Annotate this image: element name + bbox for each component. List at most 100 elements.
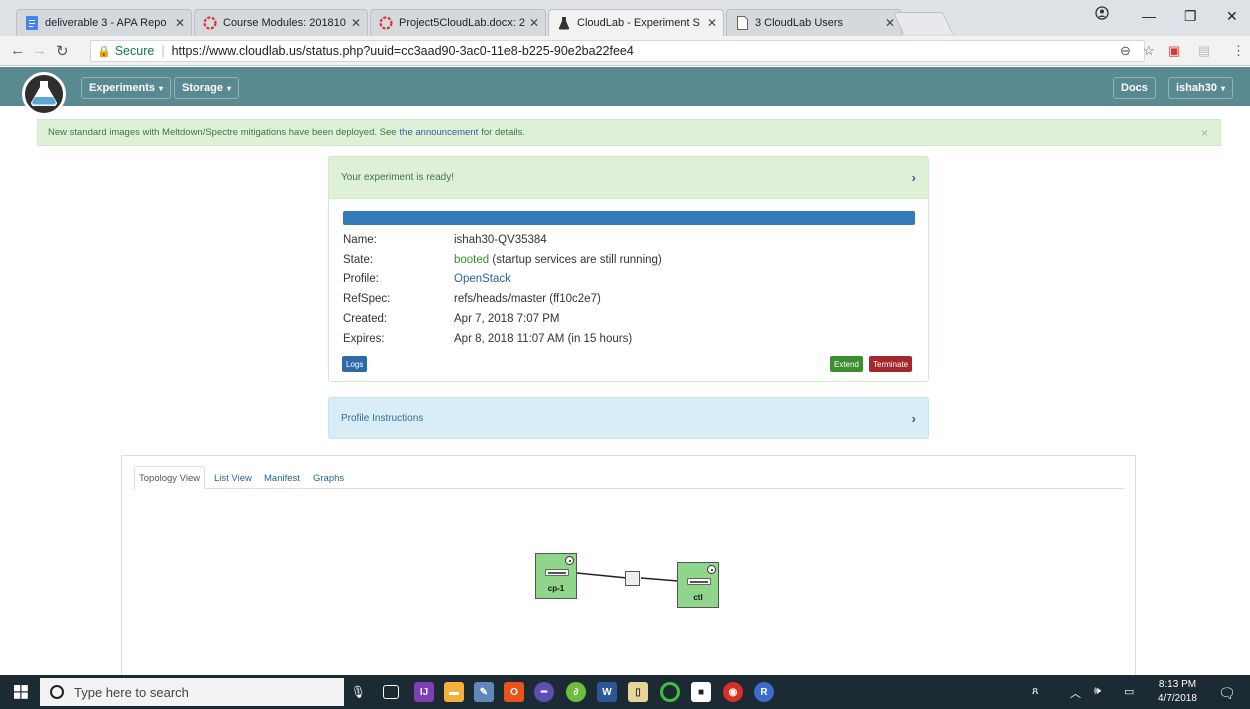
terminate-button[interactable]: Terminate [869,356,913,372]
tab-title: Course Modules: 201810 [223,17,346,29]
docs-label: Docs [1121,82,1148,94]
extend-button[interactable]: Extend [830,356,863,372]
experiments-menu[interactable]: Experiments ▾ [81,77,172,99]
url-text: https://www.cloudlab.us/status.php?uuid=… [171,44,634,58]
profile-link[interactable]: OpenStack [454,273,511,285]
eclipse-icon[interactable]: ━ [534,682,554,702]
extension-icon[interactable]: ▤ [1198,43,1210,59]
profile-icon[interactable] [1095,6,1109,23]
cortana-icon [50,685,64,699]
status-panel-header[interactable]: Your experiment is ready! › [329,157,928,199]
cloudlab-icon [557,16,571,30]
tab-title: CloudLab - Experiment S [577,17,700,29]
microphone-icon[interactable]: 🎙 [351,685,366,699]
name-value: ishah30-QV35384 [454,234,547,246]
clock[interactable]: 8:13 PM 4/7/2018 [1158,678,1197,706]
created-label: Created: [343,313,388,325]
chrome-icon[interactable]: ◉ [723,682,743,702]
state-status: booted [454,254,490,266]
node-label: ctl [693,593,703,602]
new-tab-button[interactable] [892,12,954,34]
user-menu[interactable]: ishah30 ▾ [1168,77,1233,99]
browser-tab-cloudlab-users[interactable]: 3 CloudLab Users ✕ [726,9,902,36]
file-explorer-icon[interactable]: ▬ [444,682,464,702]
close-window-icon[interactable]: ✕ [1226,8,1238,25]
bookmark-star-icon[interactable]: ☆ [1143,43,1155,59]
flask-icon [31,81,57,107]
state-note: (startup services are still running) [492,254,662,266]
expires-value: Apr 8, 2018 11:07 AM (in 15 hours) [454,333,633,345]
close-tab-icon[interactable]: ✕ [175,16,185,30]
secure-label: Secure [114,44,155,58]
profile-instructions-panel[interactable]: Profile Instructions › [328,397,929,439]
chevron-right-icon[interactable]: › [912,170,916,185]
close-icon[interactable]: × [1201,126,1208,140]
forward-arrow-icon[interactable]: → [32,42,47,59]
battery-icon[interactable]: ▭ [1124,685,1134,698]
r-icon[interactable]: R [754,682,774,702]
node-ctl[interactable]: ctl [677,562,719,608]
topology-panel: Topology View List View Manifest Graphs … [121,455,1136,675]
people-icon[interactable]: ጸ [1032,685,1038,698]
tab-topology-view[interactable]: Topology View [134,466,206,490]
notepad-icon[interactable]: ▯ [628,682,648,702]
lock-icon: 🔒 [97,45,111,58]
restore-icon[interactable]: ❐ [1184,8,1197,25]
pocket-icon[interactable]: ▣ [1168,43,1180,59]
state-label: State: [343,254,374,266]
minimize-icon[interactable]: — [1142,8,1156,24]
back-arrow-icon[interactable]: ← [10,42,25,59]
clock-time: 8:13 PM [1158,679,1197,690]
windows-start-icon[interactable] [14,685,28,702]
taskbar-search-input[interactable]: Type here to search 🎙 [40,678,366,706]
task-view-icon[interactable] [383,685,399,699]
storage-menu[interactable]: Storage ▾ [174,77,239,99]
sticky-notes-icon[interactable]: ■ [691,682,711,702]
refspec-value: refs/heads/master (ff10c2e7) [454,293,601,305]
office-icon[interactable]: O [504,682,524,702]
separator: | [161,44,165,58]
close-tab-icon[interactable]: ✕ [351,16,361,30]
reload-icon[interactable]: ↻ [56,42,69,60]
paint-icon[interactable]: ✎ [474,682,494,702]
browser-tab-project5[interactable]: Project5CloudLab.docx: 2 ✕ [370,9,546,36]
announcement-link[interactable]: the announcement [400,127,479,138]
word-icon[interactable]: W [597,682,617,702]
cloudlab-logo[interactable] [22,72,66,116]
zoom-icon[interactable]: ⊖ [1120,43,1131,59]
notifications-icon[interactable]: 🗨 [1218,685,1236,702]
logs-button[interactable]: Logs [342,356,368,372]
menu-dots-icon[interactable]: ⋮ [1232,43,1245,59]
browser-tab-cloudlab-experiment[interactable]: CloudLab - Experiment S ✕ [548,9,724,36]
browser-tab-course-modules[interactable]: Course Modules: 201810 ✕ [194,9,368,36]
intellij-icon[interactable]: IJ [414,682,434,702]
close-tab-icon[interactable]: ✕ [707,16,717,30]
lan-switch[interactable] [625,571,640,586]
node-cp-1[interactable]: cp-1 [535,553,577,599]
chevron-right-icon[interactable]: › [912,411,916,426]
volume-icon[interactable]: 🕪 [1094,685,1101,698]
power-icon [707,565,716,574]
close-tab-icon[interactable]: ✕ [885,16,895,30]
sync-icon[interactable] [660,682,680,702]
browser-tab-deliverable[interactable]: deliverable 3 - APA Repo ✕ [16,9,192,36]
progress-bar [343,211,915,225]
alert-text-after: for details. [481,127,526,138]
tab-list-view[interactable]: List View [210,466,256,490]
chevron-up-icon[interactable]: ︿ [1070,685,1081,701]
docs-button[interactable]: Docs [1113,77,1156,99]
browser-tab-strip: deliverable 3 - APA Repo ✕ Course Module… [0,0,1250,36]
user-label: ishah30 [1176,82,1217,94]
tab-title: 3 CloudLab Users [755,17,844,29]
node-label: cp-1 [547,584,565,593]
windows-taskbar: Type here to search 🎙 IJ ▬ ✎ O ━ ∂ W ▯ ■… [0,675,1250,709]
power-icon [565,556,574,565]
profile-instructions-header: Profile Instructions [341,412,424,424]
tab-graphs[interactable]: Graphs [309,466,348,490]
android-studio-icon[interactable]: ∂ [566,682,586,702]
status-header-text: Your experiment is ready! [341,172,455,183]
close-tab-icon[interactable]: ✕ [529,16,539,30]
experiments-label: Experiments [89,82,156,94]
tab-manifest[interactable]: Manifest [260,466,304,490]
url-input[interactable]: 🔒 Secure | https://www.cloudlab.us/statu… [90,40,1145,62]
